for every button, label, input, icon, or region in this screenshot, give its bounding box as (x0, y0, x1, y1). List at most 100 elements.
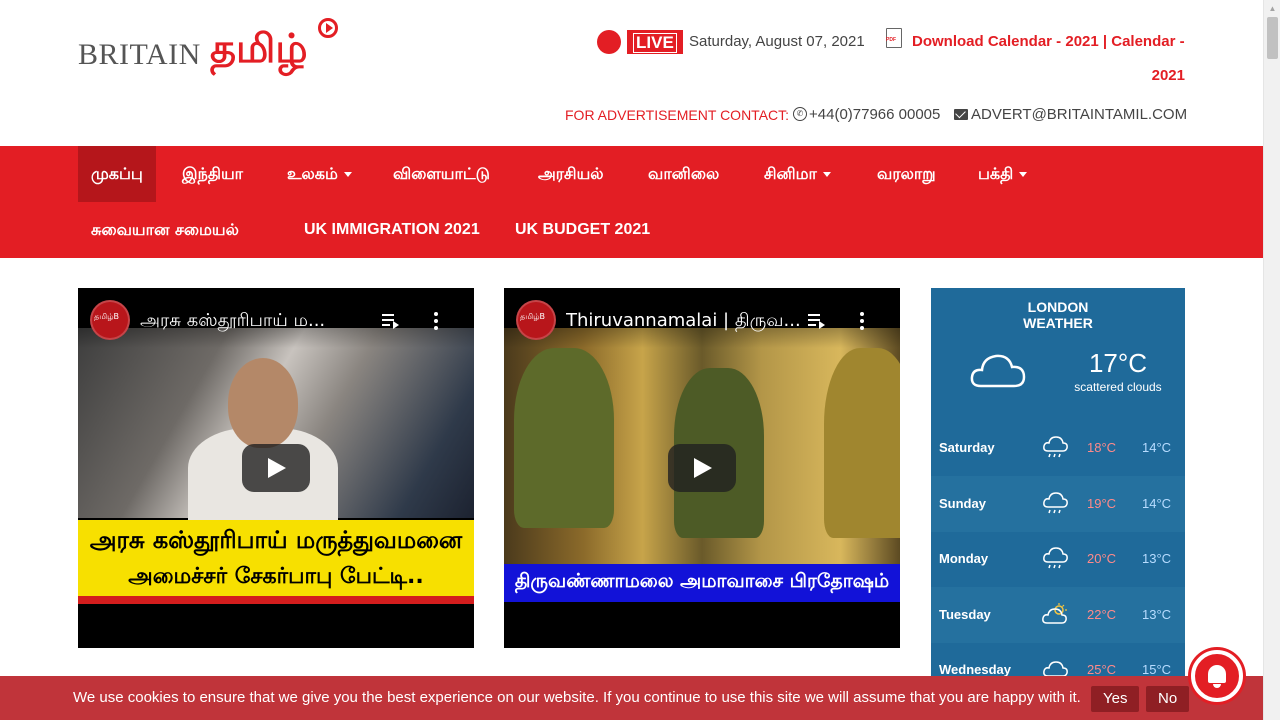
live-label: LIVE (633, 33, 677, 53)
channel-avatar[interactable] (516, 300, 556, 340)
forecast-day: Saturday (939, 440, 995, 455)
contact-phone[interactable]: +44(0)77966 00005 (809, 106, 940, 123)
nav-item-label: வரலாறு (877, 164, 936, 183)
nav-item-uk-immigration[interactable]: UK IMMIGRATION 2021 (291, 202, 493, 258)
play-button[interactable] (242, 444, 310, 492)
vertical-scrollbar[interactable]: ▲ (1263, 0, 1280, 720)
nav-item-cooking[interactable]: சுவையான சமையல் (78, 202, 252, 258)
logo-britain-text: BRITAIN (78, 38, 201, 71)
nav-item-cinema[interactable]: சினிமா (751, 146, 844, 202)
nav-item-uk-budget[interactable]: UK BUDGET 2021 (502, 202, 663, 258)
current-date: Saturday, August 07, 2021 (689, 33, 865, 50)
more-options-icon[interactable] (434, 312, 438, 330)
nav-item-label: உலகம் (287, 164, 338, 183)
live-record-icon[interactable] (597, 30, 621, 54)
nav-item-label: இந்தியா (182, 164, 244, 183)
nav-item-world[interactable]: உலகம் (274, 146, 365, 202)
forecast-row: Tuesday 22°C 13°C (931, 587, 1185, 643)
video-title[interactable]: அரசு கஸ்தூரிபாய் ம... (140, 310, 380, 333)
forecast-low: 15°C (1142, 662, 1172, 677)
forecast-high: 20°C (1087, 551, 1117, 566)
nav-item-label: UK IMMIGRATION 2021 (304, 221, 480, 238)
nav-item-label: UK BUDGET 2021 (515, 221, 651, 238)
cookie-consent-bar: We use cookies to ensure that we give yo… (0, 676, 1263, 720)
nav-item-label: விளையாட்டு (393, 164, 490, 183)
advertisement-contact-label: FOR ADVERTISEMENT CONTACT: (565, 107, 790, 123)
weather-city: LONDON (1027, 299, 1089, 315)
caption-line-1: அரசு கஸ்தூரிபாய் மருத்துவமனை (89, 526, 463, 554)
caption-underline (78, 596, 474, 604)
forecast-day: Sunday (939, 496, 986, 511)
nav-item-label: சுவையான சமையல் (91, 220, 239, 239)
nav-item-home[interactable]: முகப்பு (78, 146, 156, 202)
forecast-day: Wednesday (939, 662, 1012, 677)
notification-bell-icon[interactable] (1191, 650, 1243, 702)
pdf-icon[interactable] (886, 28, 902, 48)
nav-item-weather[interactable]: வானிலை (635, 146, 732, 202)
logo-play-icon (318, 18, 338, 38)
envelope-icon (954, 109, 968, 120)
forecast-low: 14°C (1142, 440, 1172, 455)
cloud-icon (970, 354, 1026, 388)
calendar-link-line1[interactable]: Download Calendar - 2021 | Calendar - (912, 25, 1185, 59)
nav-item-label: அரசியல் (538, 164, 604, 183)
forecast-high: 22°C (1087, 607, 1117, 622)
more-options-icon[interactable] (860, 312, 864, 330)
nav-item-label: வானிலை (648, 164, 720, 183)
video-embed-2[interactable]: திருவண்ணாமலை அமாவாசை பிரதோஷம் Thiruvanna… (504, 288, 900, 648)
forecast-high: 19°C (1087, 496, 1117, 511)
main-nav: முகப்பு இந்தியா உலகம் விளையாட்டு அரசியல்… (0, 146, 1263, 258)
forecast-row: Saturday 18°C 14°C (931, 420, 1185, 476)
forecast-low: 13°C (1142, 551, 1172, 566)
site-header: BRITAIN தமிழ் LIVE Saturday, August 07, … (0, 0, 1263, 146)
caption-line-2: அமைச்சர் சேகர்பாபு பேட்டி.. (128, 564, 424, 589)
nav-item-sports[interactable]: விளையாட்டு (380, 146, 503, 202)
forecast-low: 14°C (1142, 496, 1172, 511)
forecast-high: 25°C (1087, 662, 1117, 677)
thumbnail-face (228, 358, 298, 448)
scrollbar-thumb[interactable] (1267, 17, 1278, 59)
chevron-down-icon (822, 172, 831, 177)
play-button[interactable] (668, 444, 736, 492)
nav-item-label: சினிமா (764, 164, 817, 183)
logo-tamil-text: தமிழ் (210, 26, 308, 72)
forecast-low: 13°C (1142, 607, 1172, 622)
watch-later-queue-icon[interactable] (382, 312, 400, 329)
cookie-message: We use cookies to ensure that we give yo… (73, 689, 1081, 706)
forecast-day: Tuesday (939, 607, 991, 622)
forecast-row: Sunday 19°C 14°C (931, 476, 1185, 532)
site-logo[interactable]: BRITAIN தமிழ் (78, 18, 348, 84)
chevron-down-icon (343, 172, 352, 177)
contact-email[interactable]: ADVERT@BRITAINTAMIL.COM (971, 106, 1187, 123)
chevron-down-icon (1019, 172, 1028, 177)
weather-widget: LONDON WEATHER 17°C scattered clouds Sat… (931, 288, 1185, 688)
rain-cloud-icon (1043, 492, 1068, 514)
forecast-day: Monday (939, 551, 989, 566)
nav-item-devotion[interactable]: பக்தி (965, 146, 1040, 202)
scroll-up-arrow-icon[interactable]: ▲ (1264, 0, 1280, 17)
forecast-high: 18°C (1087, 440, 1117, 455)
weather-description: scattered clouds (1074, 380, 1162, 394)
nav-item-label: முகப்பு (91, 164, 143, 183)
cookie-decline-button[interactable]: No (1146, 686, 1190, 712)
video-embed-1[interactable]: அரசு கஸ்தூரிபாய் மருத்துவமனை அமைச்சர் சே… (78, 288, 474, 648)
weather-label: WEATHER (1023, 315, 1093, 331)
nav-item-history[interactable]: வரலாறு (864, 146, 949, 202)
cookie-accept-button[interactable]: Yes (1091, 686, 1140, 712)
nav-item-india[interactable]: இந்தியா (169, 146, 256, 202)
thumbnail-statue (514, 348, 614, 528)
channel-avatar[interactable] (90, 300, 130, 340)
sun-cloud-icon (1042, 603, 1067, 624)
calendar-link-line2[interactable]: 2021 (1152, 59, 1185, 93)
whatsapp-icon: ✆ (793, 107, 807, 121)
nav-item-label: பக்தி (978, 164, 1014, 183)
live-button[interactable]: LIVE (627, 30, 683, 54)
caption-line-1: திருவண்ணாமலை அமாவாசை பிரதோஷம் (514, 570, 890, 592)
watch-later-queue-icon[interactable] (808, 312, 826, 329)
page: BRITAIN தமிழ் LIVE Saturday, August 07, … (0, 0, 1280, 720)
nav-item-politics[interactable]: அரசியல் (525, 146, 617, 202)
forecast-row: Monday 20°C 13°C (931, 531, 1185, 587)
rain-cloud-icon (1043, 436, 1068, 458)
thumbnail-statue (824, 348, 900, 538)
video-title[interactable]: Thiruvannamalai | திருவ... (566, 310, 806, 333)
